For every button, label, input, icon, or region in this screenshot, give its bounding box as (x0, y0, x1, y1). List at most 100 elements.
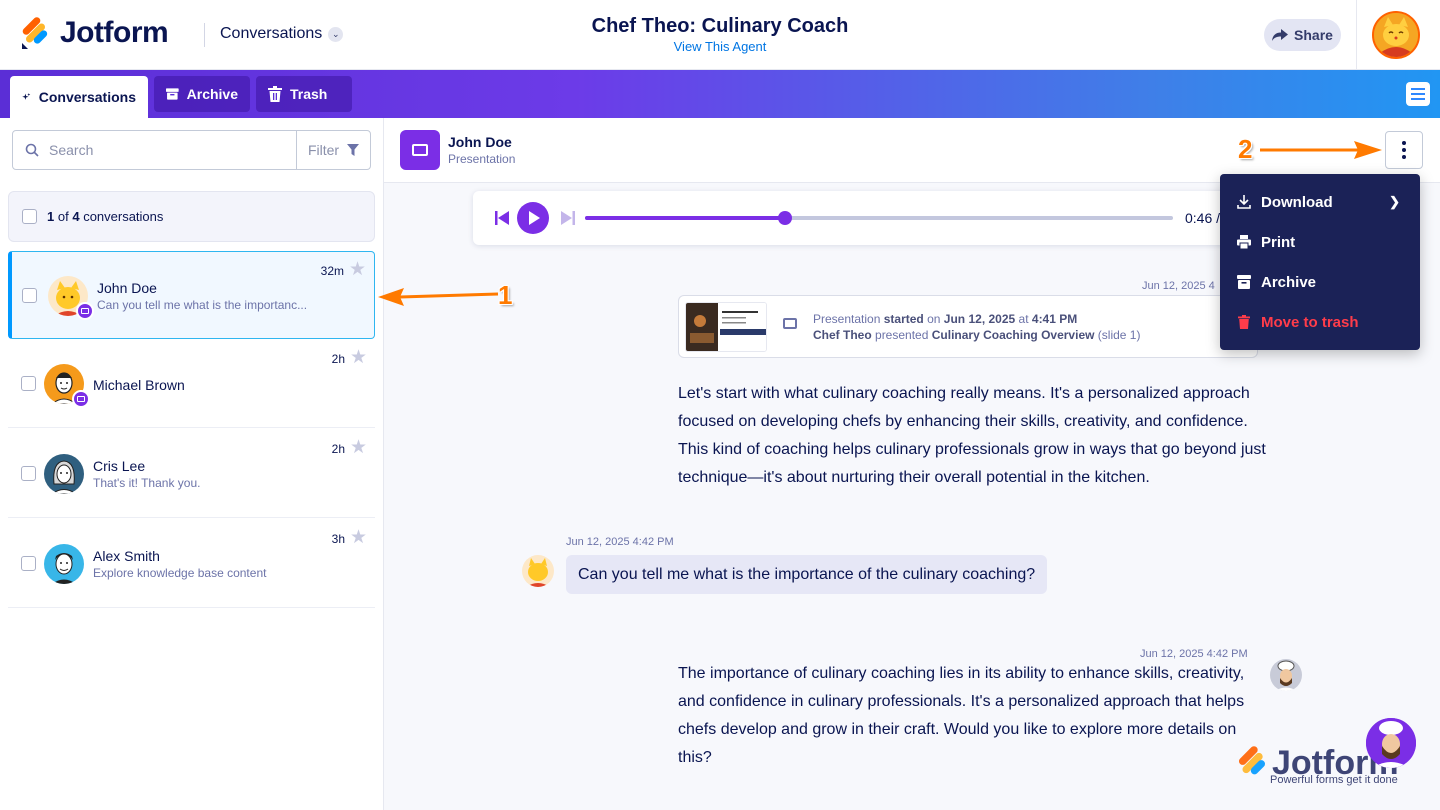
filter-label: Filter (307, 142, 340, 158)
annotation-label-1: 1 (498, 280, 513, 310)
star-icon[interactable]: ★ (349, 260, 366, 279)
timestamp: 2h (331, 442, 345, 456)
conversation-item[interactable]: John Doe Can you tell me what is the imp… (8, 251, 375, 339)
archive-icon (1237, 275, 1251, 289)
message-preview: That's it! Thank you. (93, 476, 201, 490)
star-icon[interactable]: ★ (350, 528, 367, 547)
share-button[interactable]: Share (1264, 19, 1341, 51)
skip-forward-icon[interactable] (561, 211, 575, 225)
progress-handle[interactable] (777, 211, 792, 225)
tab-archive[interactable]: Archive (154, 76, 250, 112)
hamburger-menu-icon[interactable] (1406, 82, 1430, 106)
download-icon (1237, 195, 1251, 209)
tab-label: Trash (290, 86, 328, 102)
agent-avatar (1270, 659, 1302, 691)
conversation-contact-name: John Doe (448, 134, 512, 150)
tab-conversations[interactable]: Conversations (10, 76, 148, 118)
row-checkbox[interactable] (21, 466, 36, 481)
annotation-label-2: 2 (1238, 134, 1253, 164)
conversations-dropdown[interactable]: Conversations ⌄ (220, 25, 344, 43)
menu-item-print[interactable]: Print (1220, 222, 1420, 262)
user-message-bubble: Can you tell me what is the importance o… (566, 555, 1048, 594)
playback-time: 0:46 / (1185, 210, 1221, 226)
select-all-checkbox[interactable] (22, 209, 37, 224)
presentation-icon (400, 130, 440, 170)
share-label: Share (1294, 27, 1333, 43)
avatar (44, 454, 84, 494)
progress-track[interactable] (585, 211, 1173, 225)
presentation-started-text: Presentation started on Jun 12, 2025 at … (813, 312, 1078, 326)
audio-player: 0:46 / (473, 191, 1253, 245)
annotation-arrow-1 (378, 288, 499, 306)
presentation-badge-icon (76, 302, 94, 320)
menu-item-move-to-trash[interactable]: Move to trash (1220, 302, 1420, 342)
message-timestamp: Jun 12, 2025 4:42 PM (566, 536, 674, 548)
star-icon[interactable]: ★ (350, 348, 367, 367)
search-input[interactable]: Search (12, 130, 297, 170)
trash-icon (268, 86, 282, 102)
chevron-right-icon: ❯ (1389, 194, 1400, 209)
search-placeholder: Search (49, 142, 94, 158)
timestamp: 2h (331, 352, 345, 366)
avatar (44, 544, 84, 584)
slide-thumbnail-image (686, 303, 766, 351)
share-arrow-icon (1272, 29, 1289, 41)
woman-avatar-icon (44, 454, 84, 494)
tab-label: Archive (186, 86, 238, 102)
more-options-button[interactable] (1385, 131, 1423, 169)
play-button[interactable] (517, 202, 549, 234)
message-timestamp: Jun 12, 2025 4 (1142, 280, 1215, 292)
menu-item-download[interactable]: Download ❯ (1220, 182, 1420, 222)
progress-fill (585, 216, 785, 220)
presentation-icon (783, 318, 797, 329)
selection-count-bar: 1 of 4 conversations (8, 191, 375, 242)
timestamp: 32m (320, 264, 344, 278)
skip-back-icon[interactable] (495, 211, 509, 225)
row-checkbox[interactable] (21, 556, 36, 571)
conversation-item[interactable]: Alex Smith Explore knowledge base conten… (8, 520, 375, 608)
conversation-item[interactable]: Michael Brown 2h ★ (8, 340, 375, 428)
jotform-logo-icon (1238, 746, 1266, 775)
row-checkbox[interactable] (21, 376, 36, 391)
conversation-list-panel: Search Filter 1 of 4 conversations John … (0, 118, 384, 810)
selection-count: 1 of 4 conversations (47, 209, 164, 224)
presentation-event-card: Presentation started on Jun 12, 2025 at … (678, 295, 1258, 358)
menu-item-archive[interactable]: Archive (1220, 262, 1420, 302)
slide-thumbnail[interactable] (685, 302, 767, 352)
message-preview: Can you tell me what is the importanc... (97, 298, 308, 312)
agent-message: The importance of culinary coaching lies… (678, 665, 1245, 766)
message-preview: Explore knowledge base content (93, 566, 267, 580)
tab-bar: Conversations Archive Trash (0, 70, 1440, 118)
contact-name: Alex Smith (93, 548, 160, 564)
archive-icon (166, 88, 179, 100)
conversation-type: Presentation (448, 152, 516, 166)
chevron-down-icon: ⌄ (328, 26, 344, 42)
watermark-tagline: Powerful forms get it done (1270, 774, 1398, 786)
filter-button[interactable]: Filter (296, 130, 371, 170)
user-avatar (522, 555, 554, 587)
more-options-menu: Download ❯ Print Archive Move to trash (1220, 174, 1420, 350)
star-icon[interactable]: ★ (350, 438, 367, 457)
man-avatar-icon (44, 544, 84, 584)
user-avatar[interactable] (1372, 11, 1420, 59)
tab-trash[interactable]: Trash (256, 76, 352, 112)
chef-avatar[interactable] (1366, 718, 1416, 768)
annotation-arrow-2 (1260, 141, 1382, 159)
header-divider-right (1356, 0, 1357, 70)
agent-title: Chef Theo: Culinary Coach (591, 15, 849, 37)
nav-label: Conversations (220, 25, 323, 42)
timestamp: 3h (331, 532, 345, 546)
presentation-detail-text: Chef Theo presented Culinary Coaching Ov… (813, 328, 1141, 342)
agent-message: Let's start with what culinary coaching … (678, 385, 1266, 486)
tab-label: Conversations (38, 89, 136, 105)
row-checkbox[interactable] (22, 288, 37, 303)
contact-name: Michael Brown (93, 377, 185, 393)
trash-icon (1237, 315, 1251, 329)
jotform-logo[interactable]: Jotform (18, 16, 169, 50)
message-timestamp: Jun 12, 2025 4:42 PM (1140, 648, 1248, 660)
brand-name: Jotform (60, 16, 169, 49)
view-agent-link[interactable]: View This Agent (520, 39, 920, 54)
conversation-item[interactable]: Cris Lee That's it! Thank you. 2h ★ (8, 430, 375, 518)
chef-avatar-icon (1270, 659, 1302, 691)
sparkles-icon (22, 93, 31, 100)
